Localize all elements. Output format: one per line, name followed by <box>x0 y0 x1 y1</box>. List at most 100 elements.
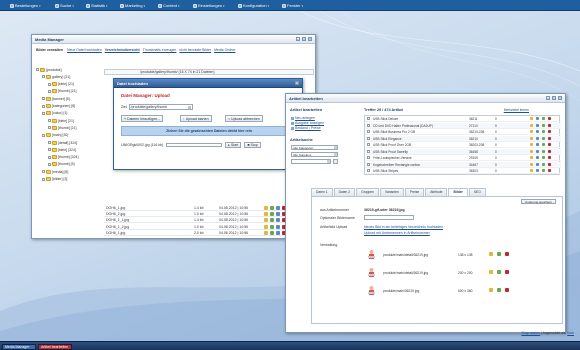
close-icon[interactable]: × <box>308 37 312 41</box>
view-icon[interactable] <box>542 156 545 159</box>
expand-icon[interactable] <box>48 141 51 144</box>
tree-item[interactable]: [cokor] [1] <box>42 111 67 116</box>
expand-icon[interactable] <box>42 133 45 137</box>
file-start-button[interactable]: ▸ Start <box>225 142 242 148</box>
row-checkbox[interactable] <box>367 149 370 153</box>
edit-icon[interactable] <box>264 224 268 229</box>
upload-any-folder-link[interactable]: Neues Bild in ein beliebiges Verzeichnis… <box>364 225 443 229</box>
table-row[interactable]: USB Stick Deluxe 36211 0 <box>365 116 561 123</box>
view-icon[interactable] <box>270 218 274 223</box>
tree-item[interactable]: [thumb] [324] <box>48 155 78 160</box>
delete-icon[interactable] <box>548 149 551 153</box>
row-checkbox[interactable] <box>367 162 370 166</box>
taskbar-item[interactable]: Media Manager <box>2 344 36 350</box>
delete-icon[interactable] <box>505 288 509 292</box>
copy-icon[interactable] <box>536 123 539 127</box>
edit-icon[interactable] <box>530 149 533 153</box>
menu-suche[interactable]: Suche ▾ <box>55 2 74 9</box>
edit-icon[interactable] <box>264 230 268 235</box>
tab-preise[interactable]: Preise <box>404 188 425 196</box>
link-new-article[interactable]: Neu anlegen <box>291 116 315 120</box>
media-manager-titlebar[interactable]: Media Manager – □ × <box>32 35 315 44</box>
minimize-icon[interactable]: – <box>296 37 300 41</box>
nav-link-media-folder[interactable]: Media Ordner <box>214 48 235 52</box>
image-name-input[interactable] <box>364 215 414 220</box>
edit-icon[interactable] <box>264 212 268 217</box>
expand-icon[interactable] <box>48 148 51 152</box>
nav-link-upload[interactable]: Neue Datei hochladen <box>67 48 102 52</box>
table-row[interactable]: Fritz!-Lautsprecher-Verlane 29109 0 <box>365 155 561 162</box>
info-icon[interactable] <box>276 230 280 235</box>
table-row[interactable]: USB Stick Elegance 36210 0 <box>365 135 561 142</box>
view-icon[interactable] <box>542 143 545 146</box>
menu-konfiguration[interactable]: Konfiguration ▾ <box>238 2 269 9</box>
table-row[interactable]: Kugelschreiber Rectangle carbon 34467 0 <box>365 161 561 168</box>
minimize-icon[interactable]: – <box>546 96 550 100</box>
expand-icon[interactable] <box>48 162 51 166</box>
edit-icon[interactable] <box>530 117 533 120</box>
copy-icon[interactable] <box>536 149 539 153</box>
abort-upload-button[interactable]: × Upload abbrechen <box>225 115 263 122</box>
tree-item[interactable]: [klein] [21] <box>48 118 74 123</box>
row-checkbox[interactable] <box>367 136 370 140</box>
table-row[interactable]: USB Stick Proof Sweetly 36458 0 <box>365 148 561 155</box>
row-checkbox[interactable] <box>367 156 370 159</box>
edit-icon[interactable] <box>264 218 268 223</box>
info-icon[interactable] <box>276 212 280 217</box>
expand-icon[interactable] <box>42 104 45 108</box>
table-row[interactable]: DGH6_1.jpg 2.0 kb 04.08.2012 | 10:56 <box>104 230 314 236</box>
delete-icon[interactable] <box>548 156 551 159</box>
table-row[interactable]: USB Stick Business Pro 2 GB 36210-208 0 <box>365 129 561 136</box>
expand-icon[interactable] <box>42 111 45 115</box>
tree-item[interactable]: [klein] [21] <box>48 82 74 87</box>
thumbnail[interactable] <box>367 267 376 278</box>
view-icon[interactable] <box>542 123 545 127</box>
tab-bilder[interactable]: Bilder <box>448 188 468 196</box>
save-changes-button[interactable]: Änderung speichern <box>521 199 556 204</box>
edit-icon[interactable] <box>489 252 493 256</box>
view-icon[interactable] <box>542 169 545 172</box>
info-icon[interactable] <box>276 218 280 223</box>
info-icon[interactable] <box>276 206 280 210</box>
menu-bestellungen[interactable]: Bestellungen ▾ <box>10 2 41 9</box>
view-icon[interactable] <box>270 224 274 229</box>
tree-item[interactable]: [produkte] <box>36 67 62 72</box>
row-checkbox[interactable] <box>367 169 370 172</box>
edit-icon[interactable] <box>530 136 533 140</box>
tab-gruppen[interactable]: Gruppen <box>356 188 379 196</box>
expand-icon[interactable] <box>48 155 51 159</box>
upload-titlebar[interactable]: Datei hochladen × <box>114 79 302 88</box>
close-icon[interactable]: × <box>295 81 299 85</box>
close-icon[interactable]: × <box>558 96 562 100</box>
view-icon[interactable] <box>270 212 274 217</box>
table-row[interactable]: CD und DVD Halter Professional (DA2UP) 27… <box>365 122 561 129</box>
link-stock-prices[interactable]: Bestand / Preise <box>291 126 321 130</box>
copy-icon[interactable] <box>536 162 539 166</box>
edit-icon[interactable] <box>489 288 493 292</box>
expand-icon[interactable] <box>48 126 51 130</box>
thumbnail[interactable] <box>367 249 376 260</box>
view-icon[interactable] <box>542 162 545 166</box>
edit-icon[interactable] <box>530 162 533 166</box>
row-checkbox[interactable] <box>367 143 370 146</box>
table-row[interactable]: USB Stick Stripes 36303 0 <box>365 168 561 175</box>
thumbnail[interactable] <box>367 285 376 296</box>
delete-icon[interactable] <box>548 162 551 166</box>
tree-item[interactable]: [thumb] [5] <box>48 162 75 167</box>
edit-icon[interactable] <box>530 130 533 133</box>
view-icon[interactable] <box>542 149 545 153</box>
taskbar-item[interactable]: Artikel bearbeiten <box>38 344 72 350</box>
edit-icon[interactable] <box>530 169 533 172</box>
menu-einstellungen[interactable]: Einstellungen ▾ <box>193 2 225 9</box>
tab-daten-2[interactable]: Daten 2 <box>333 188 356 196</box>
delete-icon[interactable] <box>505 252 509 256</box>
expand-icon[interactable] <box>42 170 45 174</box>
tree-item[interactable]: [klein] [324] <box>48 147 76 152</box>
tree-item[interactable]: gallery) [21] <box>42 74 70 79</box>
view-icon[interactable] <box>497 270 501 274</box>
tab-seo[interactable]: SEO <box>468 188 486 196</box>
delete-icon[interactable] <box>548 130 551 133</box>
view-icon[interactable] <box>497 288 501 292</box>
edit-icon[interactable] <box>264 206 268 210</box>
expand-icon[interactable] <box>36 68 39 71</box>
